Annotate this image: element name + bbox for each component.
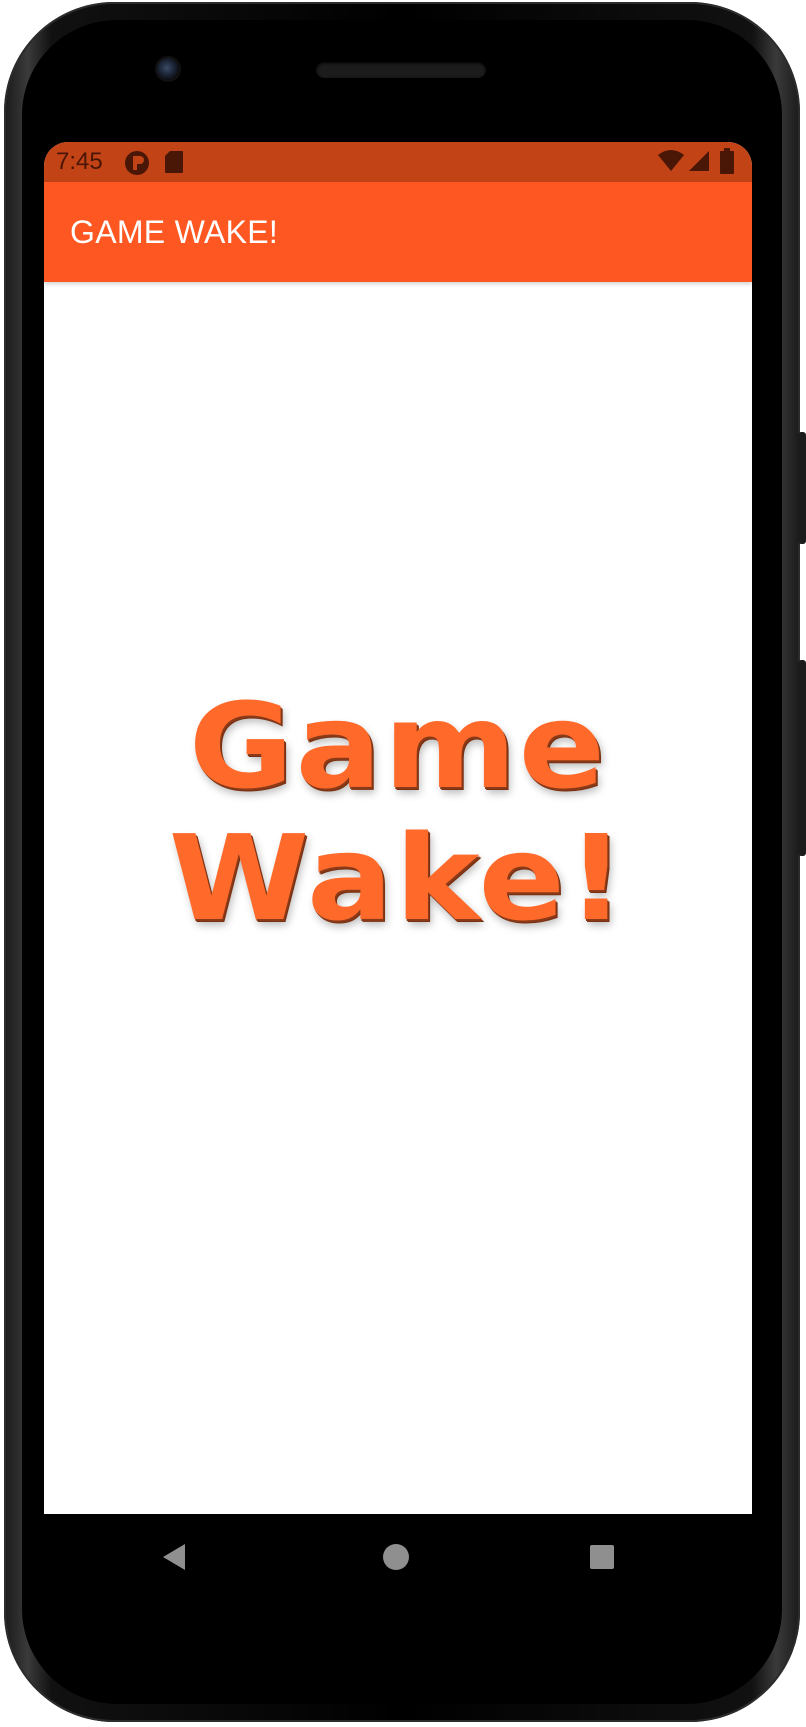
screen: 7:45 GAME WAKE! Game Wake! xyxy=(44,142,752,1514)
front-camera xyxy=(157,58,179,80)
back-icon[interactable] xyxy=(144,1514,204,1600)
home-icon[interactable] xyxy=(366,1514,426,1600)
notification-p-icon xyxy=(124,150,150,183)
game-wake-logo: Game Wake! xyxy=(144,687,652,937)
sd-card-icon xyxy=(164,150,184,181)
battery-icon xyxy=(720,148,734,181)
power-button xyxy=(798,660,806,856)
status-bar: 7:45 xyxy=(44,142,752,182)
signal-icon xyxy=(688,150,710,179)
logo-line-wake: Wake! xyxy=(168,809,628,947)
logo-line-game: Game xyxy=(188,677,608,815)
volume-button xyxy=(798,432,806,544)
app-title: GAME WAKE! xyxy=(70,214,279,250)
earpiece-speaker xyxy=(316,62,486,78)
status-time: 7:45 xyxy=(56,148,103,175)
recents-icon[interactable] xyxy=(572,1514,632,1600)
navigation-bar xyxy=(44,1514,752,1600)
app-bar: GAME WAKE! xyxy=(44,182,752,282)
wifi-icon xyxy=(658,150,684,179)
page: 7:45 GAME WAKE! Game Wake! xyxy=(0,0,806,1727)
